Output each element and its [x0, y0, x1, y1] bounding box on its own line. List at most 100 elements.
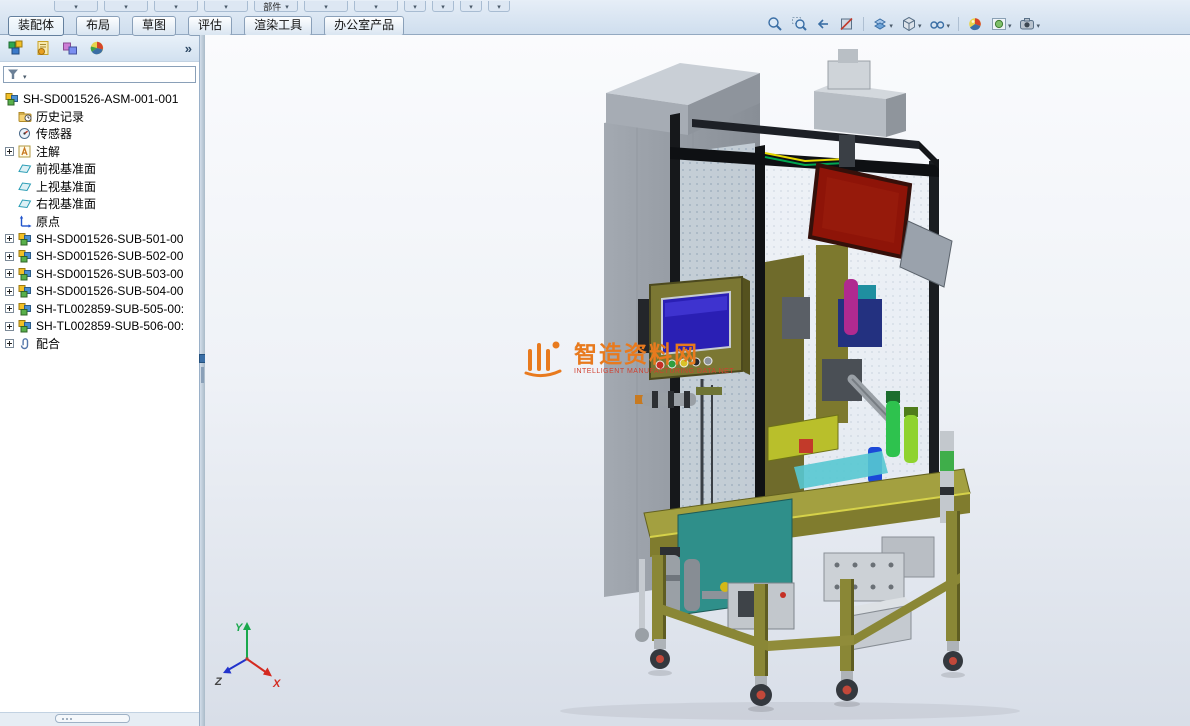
zoom-fit-icon[interactable] — [765, 15, 785, 33]
triad-y-label: Y — [235, 622, 244, 634]
expand-icon[interactable] — [5, 234, 14, 244]
tree-root-label: SH-SD001526-ASM-001-001 — [23, 91, 179, 106]
displaymanager-icon[interactable] — [88, 39, 106, 57]
tree-item-front-plane[interactable]: 前视基准面 — [0, 160, 199, 178]
tree-item-origin[interactable]: 原点 — [0, 213, 199, 231]
tree-item-subassembly[interactable]: SH-SD001526-SUB-502-00 — [0, 248, 199, 266]
ribbon-partial-buttons: 部件 — [0, 0, 1190, 12]
dropdown-arrow-icon — [324, 1, 328, 11]
feature-filter-row — [0, 62, 199, 87]
feature-panel-hscrollbar[interactable] — [0, 712, 199, 726]
expand-icon[interactable] — [5, 304, 14, 314]
tab-sketch[interactable]: 草图 — [132, 16, 177, 36]
subassembly-icon — [18, 302, 32, 316]
solidworks-window: 部件 装配体 布局 草图 评估 渲染工具 办公室产品 — [0, 0, 1190, 726]
expand-icon[interactable] — [5, 251, 14, 261]
dropdown-arrow-icon — [889, 15, 893, 33]
tree-item-annotations[interactable]: 注解 — [0, 143, 199, 161]
tree-item-mates[interactable]: 配合 — [0, 335, 199, 353]
heads-up-view-toolbar — [765, 14, 1042, 34]
ribbon-button-stub-component[interactable]: 部件 — [254, 1, 298, 12]
subassembly-icon — [18, 319, 32, 333]
ribbon-button-stub[interactable] — [154, 1, 198, 12]
hide-show-items-icon[interactable] — [927, 14, 952, 34]
dropdown-arrow-icon — [441, 1, 445, 11]
panel-expand-chevron[interactable]: » — [185, 41, 192, 56]
assembly-icon — [5, 92, 19, 106]
dropdown-arrow-icon — [23, 66, 27, 84]
tab-assembly[interactable]: 装配体 — [8, 16, 65, 36]
subassembly-icon — [18, 249, 32, 263]
expand-icon[interactable] — [5, 269, 14, 279]
tab-render-tools[interactable]: 渲染工具 — [244, 16, 313, 36]
ribbon-button-stub[interactable] — [54, 1, 98, 12]
tree-item-sensors[interactable]: 传感器 — [0, 125, 199, 143]
tree-item-subassembly[interactable]: SH-SD001526-SUB-503-00 — [0, 265, 199, 283]
mates-icon — [18, 337, 32, 350]
dropdown-arrow-icon — [413, 1, 417, 11]
toolbar-separator — [957, 17, 959, 31]
tree-root-assembly[interactable]: SH-SD001526-ASM-001-001 — [0, 90, 199, 108]
view-settings-icon[interactable] — [1017, 14, 1042, 34]
sensors-icon — [18, 127, 32, 140]
ribbon-button-stub[interactable] — [354, 1, 398, 12]
plane-icon — [18, 180, 32, 193]
tree-item-subassembly[interactable]: SH-SD001526-SUB-504-00 — [0, 283, 199, 301]
ribbon-button-stub[interactable] — [304, 1, 348, 12]
subassembly-icon — [18, 267, 32, 281]
triad-z-label: Z — [214, 676, 223, 688]
tab-layout[interactable]: 布局 — [76, 16, 121, 36]
tree-item-subassembly[interactable]: SH-TL002859-SUB-506-00: — [0, 318, 199, 336]
expand-icon[interactable] — [5, 339, 14, 349]
feature-manager-panel: » SH-SD001526-ASM-001-001 — [0, 35, 200, 726]
dropdown-arrow-icon — [1008, 15, 1012, 33]
tree-item-subassembly[interactable]: SH-SD001526-SUB-501-00 — [0, 230, 199, 248]
tree-item-right-plane[interactable]: 右视基准面 — [0, 195, 199, 213]
splitter-grip[interactable] — [201, 367, 204, 383]
view-orientation-icon[interactable] — [870, 14, 895, 34]
tree-item-history[interactable]: 历史记录 — [0, 108, 199, 126]
propertymanager-icon[interactable] — [34, 39, 52, 57]
expand-icon[interactable] — [5, 321, 14, 331]
toolbar-separator — [863, 17, 865, 31]
configurationmanager-icon[interactable] — [61, 39, 79, 57]
apply-scene-icon[interactable] — [989, 14, 1014, 34]
ribbon-button-stub[interactable] — [404, 1, 426, 12]
ribbon-button-stub[interactable] — [204, 1, 248, 12]
watermark: 智造资料网 INTELLIGENT MANUFACTURING DATA NET — [520, 335, 734, 381]
dropdown-arrow-icon — [74, 1, 78, 11]
ribbon-button-stub[interactable] — [104, 1, 148, 12]
ribbon-button-stub[interactable] — [488, 1, 510, 12]
tree-item-subassembly[interactable]: SH-TL002859-SUB-505-00: — [0, 300, 199, 318]
command-manager: 部件 装配体 布局 草图 评估 渲染工具 办公室产品 — [0, 0, 1190, 36]
plane-icon — [18, 197, 32, 210]
dropdown-arrow-icon — [224, 1, 228, 11]
tab-office-products[interactable]: 办公室产品 — [324, 16, 405, 36]
expand-icon[interactable] — [5, 286, 14, 296]
edit-appearance-icon[interactable] — [965, 15, 985, 33]
coordinate-triad: Y X Z — [214, 622, 281, 690]
dropdown-arrow-icon — [946, 15, 950, 33]
feature-panel-toolbar: » — [0, 35, 199, 62]
filter-input[interactable] — [3, 66, 196, 83]
filter-funnel-icon — [8, 69, 18, 79]
dropdown-arrow-icon — [285, 1, 289, 11]
featuremanager-tree-icon[interactable] — [7, 39, 25, 57]
graphics-area[interactable]: 智造资料网 INTELLIGENT MANUFACTURING DATA NET… — [205, 35, 1190, 726]
plane-icon — [18, 162, 32, 175]
ribbon-button-stub[interactable] — [432, 1, 454, 12]
ribbon-stub-label: 部件 — [263, 1, 282, 12]
hscrollbar-thumb[interactable] — [55, 714, 130, 723]
dropdown-arrow-icon — [374, 1, 378, 11]
history-folder-icon — [18, 110, 32, 123]
watermark-title: 智造资料网 — [574, 341, 699, 367]
tab-evaluate[interactable]: 评估 — [188, 16, 233, 36]
ribbon-button-stub[interactable] — [460, 1, 482, 12]
zoom-area-icon[interactable] — [789, 15, 809, 33]
display-style-icon[interactable] — [899, 14, 924, 34]
expand-icon[interactable] — [5, 146, 14, 156]
subassembly-icon — [18, 232, 32, 246]
previous-view-icon[interactable] — [813, 15, 833, 33]
tree-item-top-plane[interactable]: 上视基准面 — [0, 178, 199, 196]
section-view-icon[interactable] — [837, 15, 857, 33]
